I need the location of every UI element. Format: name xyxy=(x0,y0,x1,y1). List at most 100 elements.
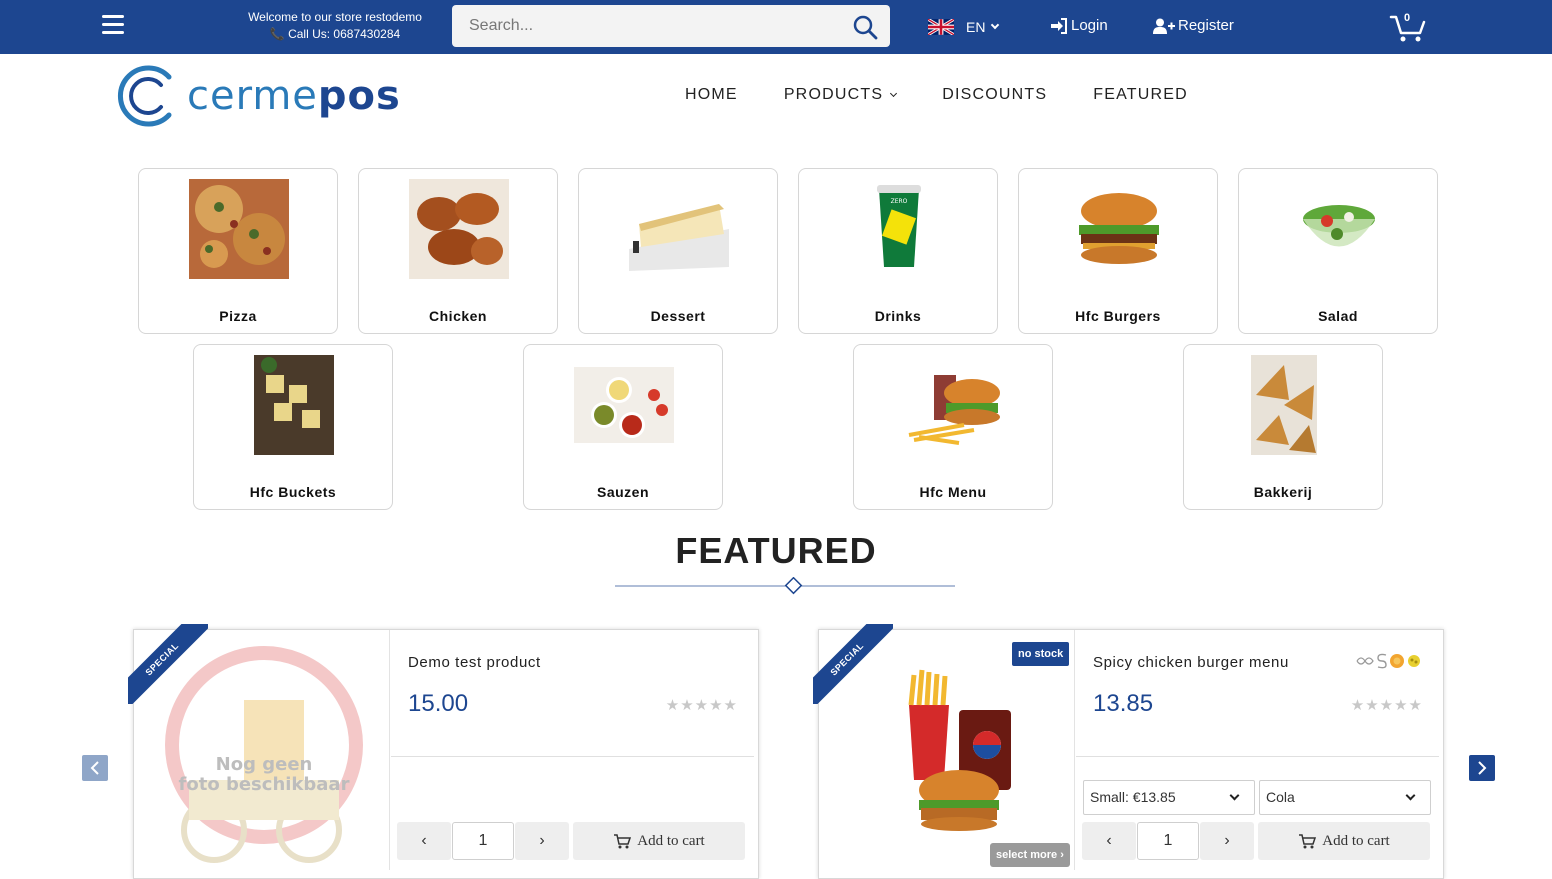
chevron-down-icon xyxy=(1229,790,1240,801)
nav-products[interactable]: PRODUCTS xyxy=(783,86,898,104)
buckets-image xyxy=(244,355,344,455)
nav-home[interactable]: HOME xyxy=(685,86,738,104)
sauzen-image xyxy=(574,355,674,455)
category-label: Salad xyxy=(1318,308,1358,324)
cart-count-badge: 0 xyxy=(1404,12,1411,24)
welcome-text: Welcome to our store restodemo 📞 Call Us… xyxy=(240,9,430,43)
category-card-hfc-buckets[interactable]: Hfc Buckets xyxy=(193,344,393,510)
lupine-icon xyxy=(1356,657,1374,665)
search-input[interactable] xyxy=(452,5,842,47)
main-nav: HOME PRODUCTS DISCOUNTS FEATURED xyxy=(685,86,1234,104)
category-label: Drinks xyxy=(874,308,922,324)
product-price: 15.00 xyxy=(408,690,469,717)
quantity-stepper: ‹ 1 › xyxy=(1082,822,1254,860)
add-to-cart-button[interactable]: Add to cart xyxy=(573,822,745,860)
logo[interactable]: cermepos xyxy=(117,63,401,129)
welcome-line: Welcome to our store restodemo xyxy=(248,10,422,24)
category-label: Pizza xyxy=(219,308,257,324)
burger-image xyxy=(1069,179,1169,279)
salad-image xyxy=(1289,179,1389,279)
menu-icon[interactable] xyxy=(102,15,124,35)
drink-select-value: Cola xyxy=(1266,789,1295,805)
ribbon-label: SPECIAL xyxy=(813,624,893,704)
logo-text-bold: pos xyxy=(317,73,401,119)
category-card-hfc-burgers[interactable]: Hfc Burgers xyxy=(1018,168,1218,334)
special-ribbon: SPECIAL xyxy=(813,624,893,704)
category-label: Sauzen xyxy=(596,484,649,500)
add-to-cart-button[interactable]: Add to cart xyxy=(1258,822,1430,860)
decrease-qty-button[interactable]: ‹ xyxy=(1082,822,1136,860)
featured-heading: FEATURED xyxy=(675,530,877,571)
category-label: Bakkerij xyxy=(1253,484,1313,500)
category-card-drinks[interactable]: ZERO Drinks xyxy=(798,168,998,334)
chicken-image xyxy=(409,179,509,279)
search-icon[interactable] xyxy=(852,14,878,40)
no-stock-badge: no stock xyxy=(1012,642,1070,666)
quantity-input[interactable]: 1 xyxy=(452,822,514,860)
divider xyxy=(391,756,754,757)
carousel-next-button[interactable] xyxy=(1469,755,1495,781)
category-label: Hfc Buckets xyxy=(249,484,337,500)
nav-discounts[interactable]: DISCOUNTS xyxy=(942,86,1047,104)
add-to-cart-label: Add to cart xyxy=(1322,832,1390,849)
increase-qty-button[interactable]: › xyxy=(1200,822,1254,860)
product-price: 13.85 xyxy=(1093,690,1154,717)
user-plus-icon xyxy=(1153,18,1175,34)
allergen-icons xyxy=(1355,652,1423,670)
category-label: Hfc Menu xyxy=(919,484,987,500)
logo-text-light: cerme xyxy=(187,73,318,119)
product-card: SPECIAL no stock select more › Spicy chi… xyxy=(813,624,1444,879)
sign-in-icon xyxy=(1051,17,1067,34)
increase-qty-button[interactable]: › xyxy=(515,822,569,860)
chevron-down-icon xyxy=(1405,790,1416,801)
size-select[interactable]: Small: €13.85 xyxy=(1083,780,1255,815)
quantity-stepper: ‹ 1 › xyxy=(397,822,569,860)
bakkerij-image xyxy=(1234,355,1334,455)
dessert-image xyxy=(629,179,729,279)
divider xyxy=(1076,756,1439,757)
category-card-bakkerij[interactable]: Bakkerij xyxy=(1183,344,1383,510)
login-label: Login xyxy=(1071,17,1108,34)
special-ribbon: SPECIAL xyxy=(128,624,208,704)
search-box xyxy=(452,5,890,47)
language-selector[interactable]: EN xyxy=(928,17,1000,37)
category-card-chicken[interactable]: Chicken xyxy=(358,168,558,334)
menu-image xyxy=(904,355,1004,455)
svg-text:ZERO: ZERO xyxy=(891,198,908,205)
size-select-value: Small: €13.85 xyxy=(1090,789,1176,805)
category-card-sauzen[interactable]: Sauzen xyxy=(523,344,723,510)
ribbon-label: SPECIAL xyxy=(128,624,208,704)
logo-text: cermepos xyxy=(187,73,401,119)
nav-featured[interactable]: FEATURED xyxy=(1093,86,1188,104)
cart-icon xyxy=(614,834,632,849)
carousel-prev-button[interactable] xyxy=(82,755,108,781)
rating-stars: ★★★★★ xyxy=(665,697,738,714)
register-link[interactable]: Register xyxy=(1153,17,1234,34)
category-card-salad[interactable]: Salad xyxy=(1238,168,1438,334)
language-label: EN xyxy=(966,19,986,35)
chevron-down-icon xyxy=(890,89,898,97)
login-link[interactable]: Login xyxy=(1050,17,1108,34)
decrease-qty-button[interactable]: ‹ xyxy=(397,822,451,860)
register-label: Register xyxy=(1178,17,1234,34)
category-card-dessert[interactable]: Dessert xyxy=(578,168,778,334)
select-more-button[interactable]: select more › xyxy=(990,843,1070,867)
drinks-image: ZERO xyxy=(849,179,949,279)
egg-icon xyxy=(1390,654,1404,668)
chevron-right-icon xyxy=(1478,761,1487,775)
product-name[interactable]: Demo test product xyxy=(408,654,541,671)
pizza-image xyxy=(189,179,289,279)
drink-select[interactable]: Cola xyxy=(1259,780,1431,815)
nav-products-label: PRODUCTS xyxy=(783,86,884,103)
sulphite-icon xyxy=(1377,653,1387,669)
cermepos-logo-icon xyxy=(118,65,172,127)
category-card-pizza[interactable]: Pizza xyxy=(138,168,338,334)
category-label: Hfc Burgers xyxy=(1075,308,1161,324)
category-card-hfc-menu[interactable]: Hfc Menu xyxy=(853,344,1053,510)
quantity-input[interactable]: 1 xyxy=(1137,822,1199,860)
product-name[interactable]: Spicy chicken burger menu xyxy=(1093,654,1289,671)
call-us-line: 📞 Call Us: 0687430284 xyxy=(269,27,401,41)
category-label: Chicken xyxy=(429,308,487,324)
cart-button[interactable]: 0 xyxy=(1389,11,1427,43)
placeholder-text-line1: Nog geen xyxy=(216,754,313,775)
